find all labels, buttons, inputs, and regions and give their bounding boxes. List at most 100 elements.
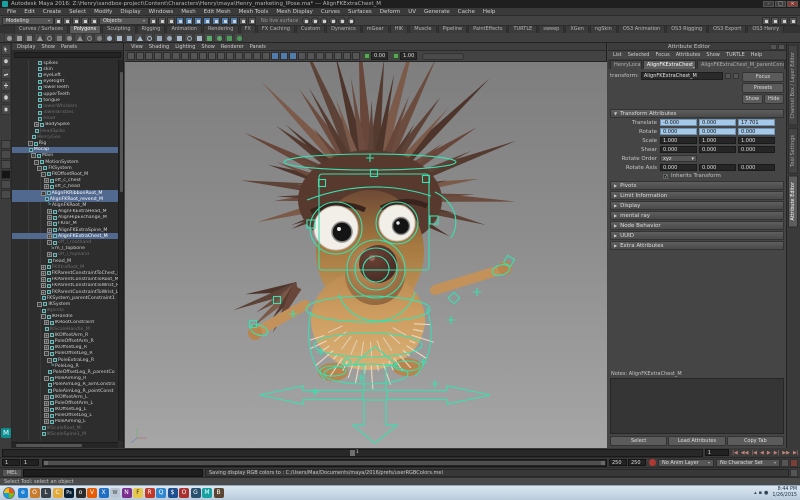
shelf-tab-muscle[interactable]: Muscle <box>409 26 436 33</box>
hud-icon[interactable] <box>253 52 261 60</box>
play-forwards-button[interactable]: ▶ <box>765 449 772 457</box>
show-channel-box-icon[interactable] <box>780 17 788 25</box>
ae-tab-henrylocal[interactable]: HenryLocal <box>610 60 642 69</box>
minimize-button[interactable]: – <box>763 1 774 7</box>
expand-toggle-icon[interactable]: + <box>44 333 49 338</box>
open-render-view-icon[interactable] <box>329 17 337 25</box>
current-frame-indicator[interactable] <box>350 450 355 456</box>
make-object-live-icon[interactable] <box>221 17 229 25</box>
snap-to-curve-icon[interactable] <box>185 17 193 25</box>
viewport-menu-shading[interactable]: Shading <box>146 44 172 50</box>
translate-field-y[interactable]: 0.000 <box>699 119 736 126</box>
expand-toggle-icon[interactable]: + <box>44 419 49 424</box>
gamma-field[interactable]: 1.00 <box>400 52 417 60</box>
ae-menu-focus[interactable]: Focus <box>652 52 672 58</box>
step-back-key-button[interactable]: |◀ <box>750 449 759 457</box>
ae-menu-help[interactable]: Help <box>748 52 765 58</box>
expand-toggle-icon[interactable]: + <box>44 413 49 418</box>
script-editor-icon[interactable] <box>790 469 798 477</box>
section-limit-information[interactable]: ▶Limit Information <box>610 191 784 200</box>
menu-generate[interactable]: Generate <box>420 9 454 15</box>
show-modeling-toolkit-icon[interactable] <box>789 17 797 25</box>
rotate-order-selector[interactable]: xyz▾ <box>660 155 697 162</box>
poly-plane-icon[interactable] <box>54 33 63 42</box>
expand-toggle-icon[interactable]: - <box>28 141 33 146</box>
animation-start-field[interactable]: 1 <box>2 459 20 466</box>
expand-toggle-icon[interactable]: - <box>44 351 49 356</box>
expand-toggle-icon[interactable]: + <box>41 271 46 276</box>
use-all-lights-icon[interactable] <box>298 52 306 60</box>
viewport-scene[interactable] <box>125 62 607 448</box>
command-input[interactable] <box>23 469 203 477</box>
taskbar-folder-icon[interactable]: F <box>133 488 143 498</box>
snap-to-grid-icon[interactable] <box>176 17 184 25</box>
layout-hypershade-persp[interactable] <box>1 190 11 199</box>
poly-cube-icon[interactable] <box>14 33 23 42</box>
layout-single-pane[interactable] <box>1 140 11 149</box>
menu-cache[interactable]: Cache <box>454 9 479 15</box>
section-extra-attributes[interactable]: ▶Extra Attributes <box>610 241 784 250</box>
expand-toggle-icon[interactable]: - <box>34 160 39 165</box>
rotate-tool-icon[interactable] <box>1 92 11 103</box>
menu-mesh-display[interactable]: Mesh Display <box>272 9 317 15</box>
taskbar-opera-icon[interactable]: O <box>179 488 189 498</box>
bookmarks-icon[interactable] <box>154 52 162 60</box>
menu-curves[interactable]: Curves <box>317 9 344 15</box>
menu-display[interactable]: Display <box>116 9 144 15</box>
taskbar-messenger-icon[interactable]: Q <box>156 488 166 498</box>
menu-uv[interactable]: UV <box>404 9 420 15</box>
taskbar-photoshop-icon[interactable]: Ps <box>64 488 74 498</box>
expand-toggle-icon[interactable]: + <box>47 215 52 220</box>
playback-start-field[interactable]: 1 <box>21 459 39 466</box>
safe-title-icon[interactable] <box>244 52 252 60</box>
oversampling-icon[interactable] <box>181 52 189 60</box>
ae-menu-attributes[interactable]: Attributes <box>673 52 704 58</box>
step-back-frame-button[interactable]: ◀◀ <box>739 449 750 457</box>
grid-icon[interactable] <box>190 52 198 60</box>
load-attributes-button[interactable]: Load Attributes <box>668 436 725 446</box>
boolean-union-icon[interactable] <box>104 33 113 42</box>
show-attribute-editor-icon[interactable] <box>762 17 770 25</box>
expand-toggle-icon[interactable]: + <box>41 277 46 282</box>
go-to-start-button[interactable]: |◀ <box>731 449 740 457</box>
poly-torus-icon[interactable] <box>44 33 53 42</box>
expand-toggle-icon[interactable]: + <box>47 209 52 214</box>
expand-toggle-icon[interactable]: + <box>47 252 52 257</box>
rotate-field-y[interactable]: 0.000 <box>699 128 736 135</box>
outliner-search-input[interactable] <box>14 52 121 58</box>
expand-toggle-icon[interactable]: + <box>47 221 52 226</box>
shear-field-x[interactable]: 0.000 <box>660 146 697 153</box>
outliner-menu-panels[interactable]: Panels <box>58 44 80 50</box>
field-chart-icon[interactable] <box>226 52 234 60</box>
snap-to-projected-center-icon[interactable] <box>203 17 211 25</box>
show-button[interactable]: Show <box>742 94 763 104</box>
film-gate-icon[interactable] <box>199 52 207 60</box>
copy-tab-icon[interactable] <box>770 44 777 50</box>
ae-menu-selected[interactable]: Selected <box>625 52 653 58</box>
translate-field-x[interactable]: -0.000 <box>660 119 697 126</box>
anim-layer-selector[interactable]: No Anim Layer▾ <box>658 459 714 467</box>
expand-toggle-icon[interactable]: + <box>41 290 46 295</box>
outliner-item-ikscalespine1-m[interactable]: IKScaleSpine1_M <box>12 431 118 437</box>
expand-toggle-icon[interactable]: - <box>44 376 49 381</box>
menu-modify[interactable]: Modify <box>90 9 116 15</box>
layout-two-panes-side[interactable] <box>1 150 11 159</box>
poly-pyramid-icon[interactable] <box>74 33 83 42</box>
shear-field-y[interactable]: 0.000 <box>699 146 736 153</box>
menu-windows[interactable]: Windows <box>145 9 178 15</box>
multi-cut-icon[interactable] <box>154 33 163 42</box>
expand-toggle-icon[interactable]: - <box>31 153 36 158</box>
menu-mesh-tools[interactable]: Mesh Tools <box>235 9 273 15</box>
shelf-tab-os3-animation[interactable]: OS3 Animation <box>618 26 665 33</box>
expand-toggle-icon[interactable]: + <box>47 228 52 233</box>
close-button[interactable]: × <box>787 1 798 7</box>
multisample-icon[interactable] <box>334 52 342 60</box>
bridge-icon[interactable] <box>184 33 193 42</box>
motion-blur-icon[interactable] <box>325 52 333 60</box>
selection-mask-selector[interactable]: Objects▾ <box>99 17 149 25</box>
ipr-render-icon[interactable] <box>347 17 355 25</box>
add-divisions-icon[interactable] <box>194 33 203 42</box>
menu-file[interactable]: File <box>3 9 20 15</box>
inherits-transform-checkbox[interactable]: ✓ <box>663 174 668 179</box>
viewport-menu-lighting[interactable]: Lighting <box>172 44 198 50</box>
